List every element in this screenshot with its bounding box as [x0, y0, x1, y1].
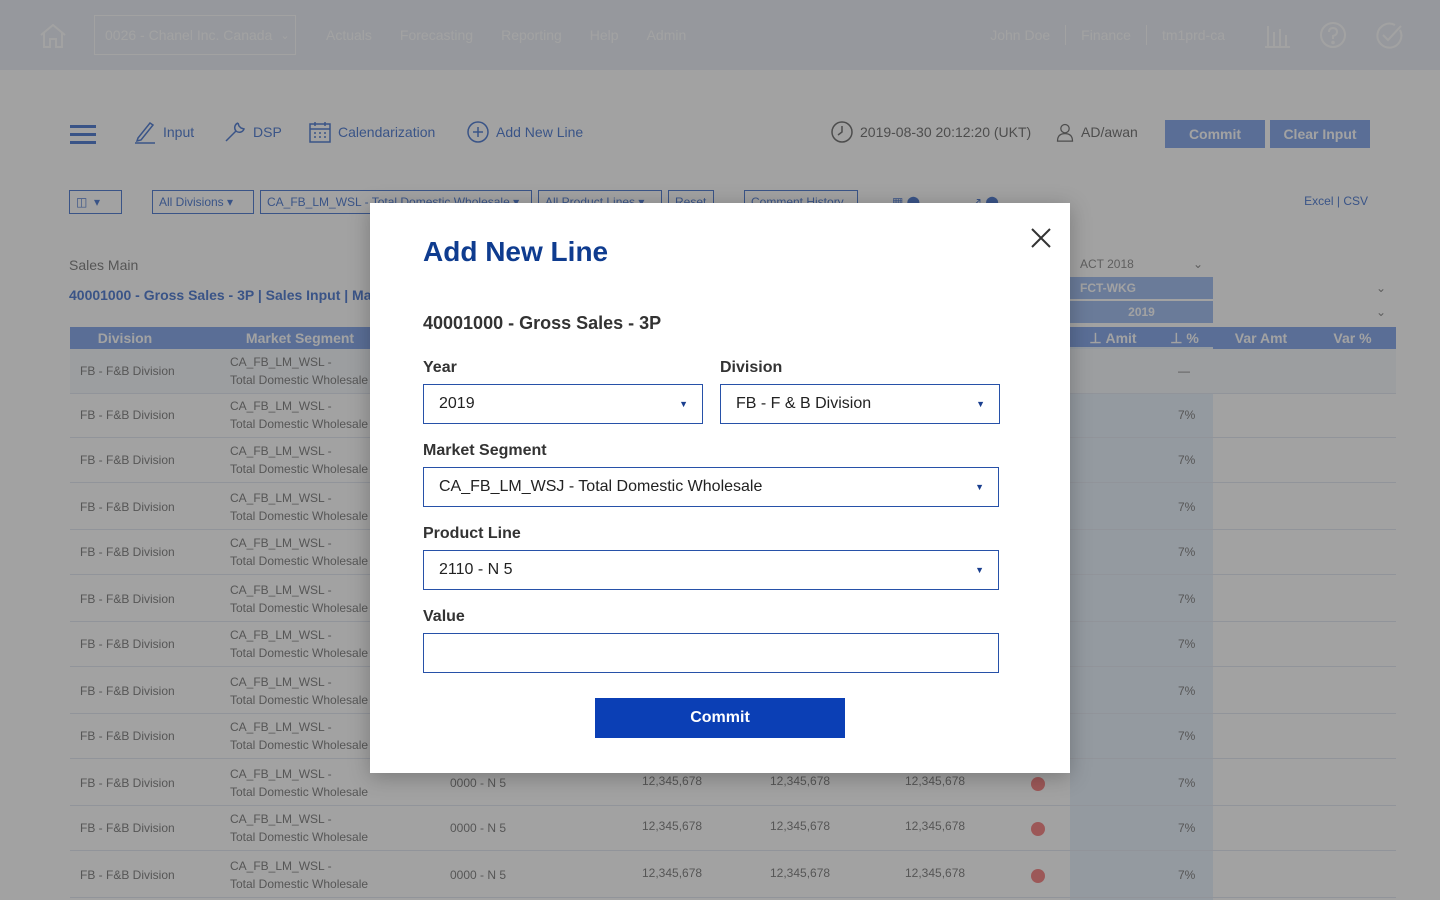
market-segment-label: Market Segment: [423, 442, 547, 459]
add-new-line-dialog: Add New Line 40001000 - Gross Sales - 3P…: [370, 203, 1070, 773]
product-line-value: 2110 - N 5: [439, 561, 513, 578]
value-label: Value: [423, 608, 465, 625]
market-segment-value: CA_FB_LM_WSJ - Total Domestic Wholesale: [439, 478, 763, 495]
year-select[interactable]: 2019 ▼: [423, 384, 703, 424]
market-segment-select[interactable]: CA_FB_LM_WSJ - Total Domestic Wholesale …: [423, 467, 999, 507]
caret-down-icon: ▼: [975, 482, 984, 492]
caret-down-icon: ▼: [975, 565, 984, 575]
year-value: 2019: [439, 395, 475, 412]
year-label: Year: [423, 359, 457, 376]
account-title: 40001000 - Gross Sales - 3P: [423, 313, 662, 333]
product-line-label: Product Line: [423, 525, 521, 542]
dialog-commit-button[interactable]: Commit: [595, 698, 845, 738]
product-line-select[interactable]: 2110 - N 5 ▼: [423, 550, 999, 590]
caret-down-icon: ▼: [976, 399, 985, 409]
division-value: FB - F & B Division: [736, 395, 872, 412]
dialog-title: Add New Line: [423, 236, 609, 267]
close-icon[interactable]: [1028, 225, 1054, 251]
value-input[interactable]: [423, 633, 999, 673]
division-label: Division: [720, 359, 783, 376]
division-select[interactable]: FB - F & B Division ▼: [720, 384, 1000, 424]
caret-down-icon: ▼: [679, 399, 688, 409]
